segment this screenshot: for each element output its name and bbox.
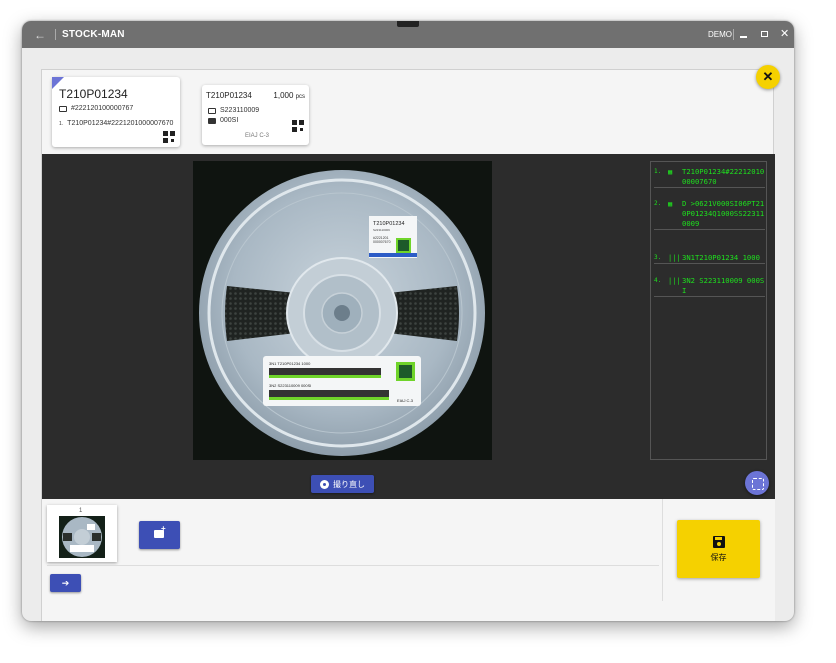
- reel-quantity: 1,000 pcs: [273, 91, 305, 100]
- qr-icon: ▦: [668, 200, 673, 208]
- scan-result-3[interactable]: 3. ||| 3N1T210P01234 1000: [654, 253, 765, 264]
- fullscreen-icon[interactable]: [745, 471, 769, 495]
- label-code-index: 1.: [59, 120, 64, 127]
- arrow-right-icon: ➔: [61, 577, 70, 588]
- close-button[interactable]: ✕: [756, 65, 780, 89]
- reel-standard: EIAJ C-3: [245, 133, 270, 139]
- back-arrow-icon[interactable]: ←: [34, 28, 46, 42]
- label-card[interactable]: T210P01234 #222120100000767 1. T210P0123…: [52, 77, 180, 147]
- title-bar: ← STOCK-MAN DEMO ✕: [22, 21, 794, 48]
- reel-card[interactable]: T210P01234 1,000 pcs S223110009 000SI EI…: [202, 85, 309, 145]
- svg-text:3N1 T210P01234 1000: 3N1 T210P01234 1000: [269, 361, 311, 366]
- scan-result-1[interactable]: 1. ▦ T210P01234#2221201000007670: [654, 167, 765, 188]
- main-content: T210P01234 #222120100000767 1. T210P0123…: [41, 65, 780, 621]
- app-window: ← STOCK-MAN DEMO ✕ T210P01234 #222120100…: [22, 21, 794, 621]
- svg-text:3N2 S223110009 000SI: 3N2 S223110009 000SI: [269, 383, 311, 388]
- label-serial: #222120100000767: [71, 105, 134, 112]
- scan-result-4[interactable]: 4. ||| 3N2 S223110009 000SI: [654, 276, 765, 297]
- label-part-number: T210P01234: [59, 87, 128, 101]
- save-icon: [712, 535, 725, 548]
- retake-button[interactable]: 撮り直し: [311, 475, 374, 493]
- svg-text:S223110009: S223110009: [373, 228, 390, 232]
- reel-photo: T210P01234 S223110009 #2221201 000007670…: [193, 161, 492, 460]
- reel-part-number: T210P01234: [206, 91, 252, 100]
- add-photo-button[interactable]: [139, 521, 180, 549]
- barcode-icon: |||: [668, 277, 681, 285]
- qr-code-icon: [163, 131, 175, 143]
- thumbnail-image: [59, 516, 105, 558]
- next-button[interactable]: ➔: [50, 574, 81, 592]
- svg-text:T210P01234: T210P01234: [373, 221, 405, 227]
- thumbnail-number: 1: [79, 508, 83, 514]
- lot-icon: [208, 107, 216, 114]
- sub-code-icon: [208, 117, 216, 124]
- app-title: STOCK-MAN: [62, 29, 125, 40]
- qr-code-icon: [292, 120, 304, 132]
- reel-sub-code: 000SI: [220, 117, 239, 124]
- minimize-icon[interactable]: [740, 36, 747, 38]
- bottom-toolbar: 1 ➔ 保存: [42, 499, 775, 621]
- user-label: DEMO: [708, 30, 732, 39]
- maximize-icon[interactable]: [761, 31, 768, 37]
- svg-text:EIAJ C-3: EIAJ C-3: [397, 398, 414, 403]
- scan-results-panel: 1. ▦ T210P01234#2221201000007670 2. ▦ D …: [650, 161, 767, 460]
- camera-icon: [320, 479, 329, 489]
- image-viewer: T210P01234 S223110009 #2221201 000007670…: [42, 154, 775, 499]
- label-code-value: T210P01234#2221201000007670: [67, 120, 174, 127]
- reel-lot: S223110009: [220, 107, 260, 114]
- barcode-icon: |||: [668, 254, 681, 262]
- svg-text:000007670: 000007670: [373, 240, 391, 244]
- window-close-icon[interactable]: ✕: [780, 27, 789, 40]
- scan-result-2[interactable]: 2. ▦ D >0621V000SI06PT210P01234Q1000SS22…: [654, 199, 765, 230]
- reel-image: T210P01234 S223110009 #2221201 000007670…: [193, 161, 492, 460]
- serial-icon: [59, 105, 67, 112]
- qr-icon: ▦: [668, 168, 673, 176]
- save-button[interactable]: 保存: [677, 520, 760, 578]
- camera-notch: [397, 21, 419, 27]
